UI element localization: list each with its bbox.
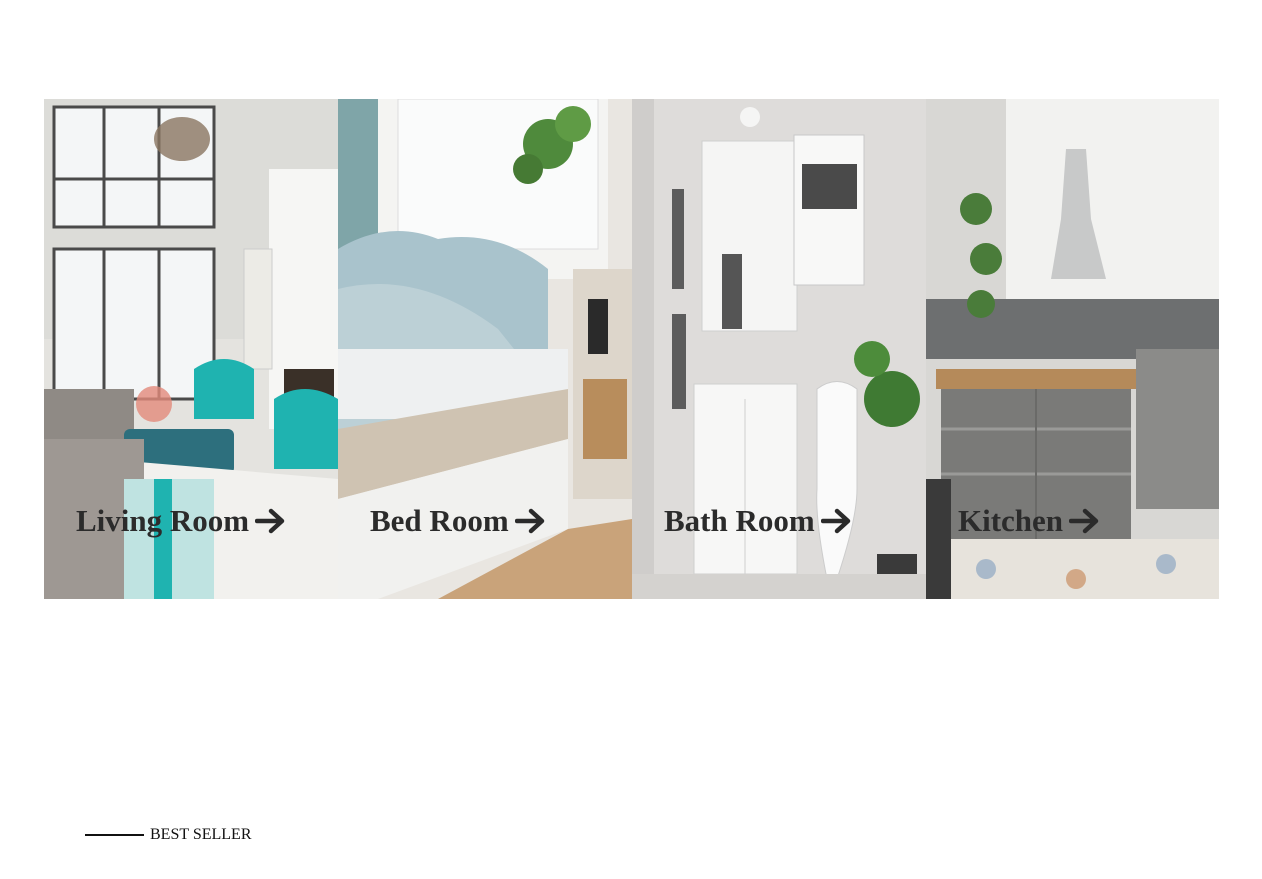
best-seller-heading: BEST SELLER [85, 826, 252, 844]
category-card-bed-room[interactable]: Bed Room [338, 99, 632, 599]
room-category-gallery: Living Room Bed Room Bath Room Kitchen [44, 99, 1219, 599]
arrow-right-icon [1069, 508, 1099, 534]
category-card-kitchen[interactable]: Kitchen [926, 99, 1219, 599]
category-link-bed-room[interactable]: Bed Room [370, 503, 547, 539]
category-link-kitchen[interactable]: Kitchen [958, 503, 1101, 539]
category-link-bath-room[interactable]: Bath Room [664, 503, 853, 539]
category-card-living-room[interactable]: Living Room [44, 99, 338, 599]
heading-rule-divider [85, 834, 144, 836]
category-label: Bed Room [370, 503, 509, 538]
category-label: Kitchen [958, 503, 1064, 538]
arrow-right-icon [255, 508, 285, 534]
category-card-bath-room[interactable]: Bath Room [632, 99, 926, 599]
category-label: Living Room [76, 503, 250, 538]
category-label: Bath Room [664, 503, 815, 538]
category-link-living-room[interactable]: Living Room [76, 503, 287, 539]
section-heading-text: BEST SELLER [150, 826, 252, 843]
arrow-right-icon [514, 508, 544, 534]
arrow-right-icon [820, 508, 850, 534]
